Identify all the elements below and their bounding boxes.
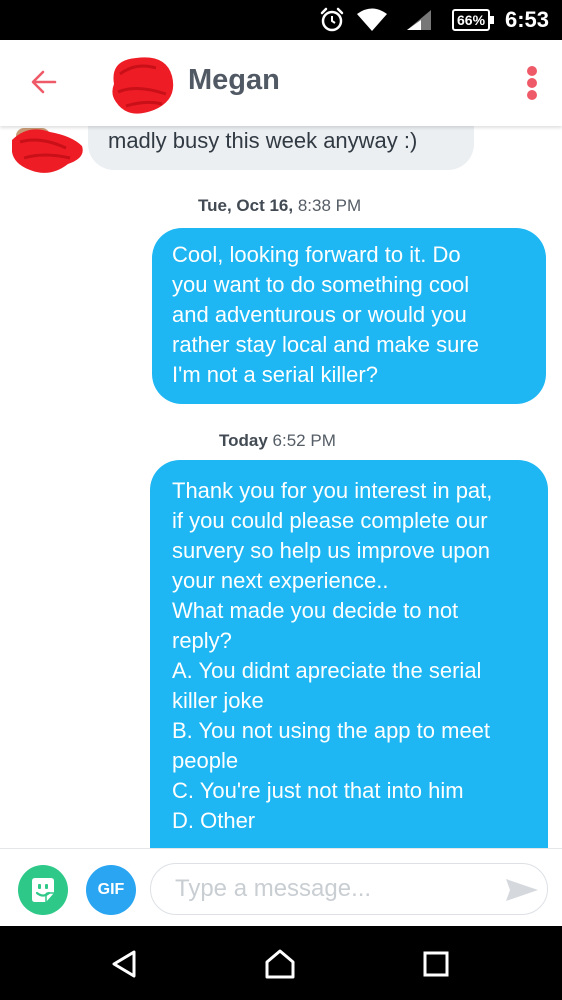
battery-level: 66%	[452, 9, 495, 31]
send-icon	[506, 879, 538, 901]
message-line: C. You're just not that into him	[172, 778, 464, 803]
outgoing-message-bubble[interactable]: Cool, looking forward to it. Do you want…	[152, 228, 546, 404]
message-timestamp: Tue, Oct 16, 8:38 PM	[198, 196, 362, 215]
nav-home-button[interactable]	[260, 944, 300, 984]
sticker-face-icon	[32, 878, 54, 902]
message-line: I'm not a serial killer?	[172, 362, 378, 387]
message-line: Thank you for you interest in pat,	[172, 478, 493, 503]
message-line: people	[172, 748, 239, 773]
nav-recent-apps-icon	[423, 951, 449, 977]
message-line: B. You not using the app to meet	[172, 718, 491, 743]
more-options-button[interactable]	[518, 62, 546, 104]
message-line: Cool, looking forward to it. Do	[172, 242, 461, 267]
send-button[interactable]	[504, 877, 540, 903]
incoming-message-bubble[interactable]: madly busy this week anyway :)	[88, 126, 474, 170]
wifi-icon	[356, 0, 388, 40]
message-line: if you could please complete our	[172, 508, 488, 533]
message-line: D. Other	[172, 808, 256, 833]
arrow-left-icon	[31, 70, 57, 94]
message-thread[interactable]: madly busy this week anyway :) Tue, Oct …	[0, 126, 562, 848]
sticker-button[interactable]	[18, 865, 68, 915]
status-bar: 66% 6:53	[0, 0, 562, 40]
signal-icon	[405, 0, 433, 40]
message-line: and adventurous or would you	[172, 302, 467, 327]
message-line: rather stay local and make sure	[172, 332, 479, 357]
gif-button[interactable]: GIF	[86, 865, 136, 915]
battery-icon: 66%	[452, 0, 495, 40]
chat-header: Megan	[0, 40, 562, 126]
message-input[interactable]	[150, 863, 548, 915]
nav-back-icon	[112, 950, 136, 978]
message-line: What made you decide to not	[172, 598, 459, 623]
system-nav-bar	[0, 926, 562, 1000]
contact-avatar[interactable]	[106, 54, 178, 116]
status-time: 6:53	[505, 7, 550, 32]
message-composer: GIF	[0, 848, 562, 926]
message-line: your next experience..	[172, 568, 389, 593]
more-vertical-icon	[527, 66, 537, 76]
nav-back-button[interactable]	[104, 944, 144, 984]
nav-recent-apps-button[interactable]	[416, 944, 456, 984]
alarm-icon	[318, 0, 346, 40]
nav-home-icon	[265, 949, 295, 979]
message-line: reply?	[172, 628, 232, 653]
message-line: you want to do something cool	[172, 272, 470, 297]
sender-avatar[interactable]	[10, 126, 88, 180]
contact-name[interactable]: Megan	[188, 64, 280, 97]
message-line: killer joke	[172, 688, 264, 713]
incoming-message-text: madly busy this week anyway :)	[108, 128, 418, 153]
message-line: survery so help us improve upon	[172, 538, 490, 563]
message-timestamp: Today 6:52 PM	[219, 431, 336, 450]
chat-screen: 66% 6:53 Megan madly busy this week anyw…	[0, 0, 562, 1000]
outgoing-message-bubble[interactable]: Thank you for you interest in pat, if yo…	[150, 460, 548, 848]
back-button[interactable]	[24, 62, 64, 102]
message-line: A. You didnt apreciate the serial	[172, 658, 482, 683]
